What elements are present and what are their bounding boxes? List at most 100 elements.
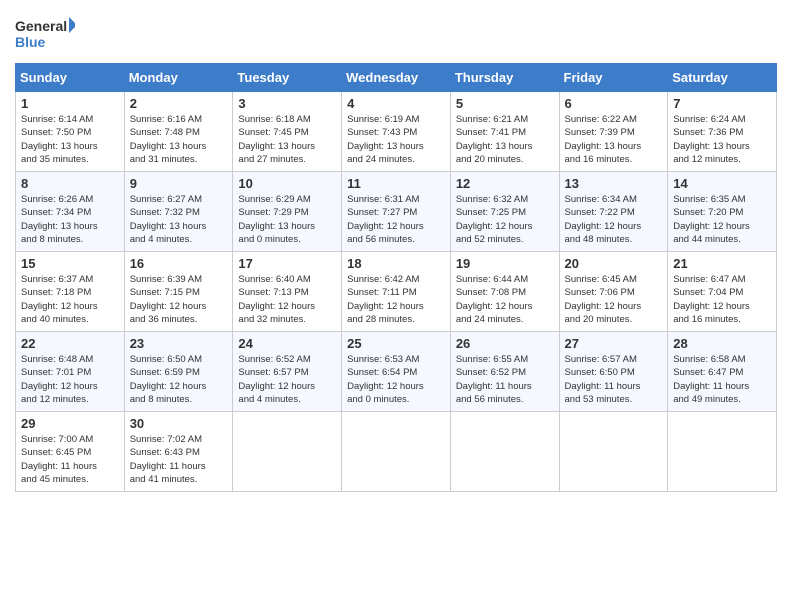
calendar-week-row: 1 Sunrise: 6:14 AM Sunset: 7:50 PM Daylig… <box>16 92 777 172</box>
calendar-cell: 28 Sunrise: 6:58 AM Sunset: 6:47 PM Dayli… <box>668 332 777 412</box>
calendar-week-row: 8 Sunrise: 6:26 AM Sunset: 7:34 PM Daylig… <box>16 172 777 252</box>
day-info: Sunrise: 6:16 AM Sunset: 7:48 PM Dayligh… <box>130 113 228 166</box>
day-info: Sunrise: 6:55 AM Sunset: 6:52 PM Dayligh… <box>456 353 554 406</box>
calendar-cell: 29 Sunrise: 7:00 AM Sunset: 6:45 PM Dayli… <box>16 412 125 492</box>
day-number: 1 <box>21 96 119 111</box>
calendar-cell: 2Sunrise: 6:16 AM Sunset: 7:48 PM Daylig… <box>124 92 233 172</box>
day-number: 14 <box>673 176 771 191</box>
day-info: Sunrise: 7:00 AM Sunset: 6:45 PM Dayligh… <box>21 433 119 486</box>
svg-text:General: General <box>15 18 67 34</box>
svg-text:Blue: Blue <box>15 34 46 50</box>
day-info: Sunrise: 6:34 AM Sunset: 7:22 PM Dayligh… <box>565 193 663 246</box>
day-number: 25 <box>347 336 445 351</box>
day-number: 13 <box>565 176 663 191</box>
day-number: 12 <box>456 176 554 191</box>
calendar-cell: 24 Sunrise: 6:52 AM Sunset: 6:57 PM Dayli… <box>233 332 342 412</box>
calendar-cell <box>342 412 451 492</box>
calendar-cell: 10 Sunrise: 6:29 AM Sunset: 7:29 PM Dayli… <box>233 172 342 252</box>
calendar-cell: 7Sunrise: 6:24 AM Sunset: 7:36 PM Daylig… <box>668 92 777 172</box>
day-info: Sunrise: 6:26 AM Sunset: 7:34 PM Dayligh… <box>21 193 119 246</box>
day-number: 27 <box>565 336 663 351</box>
day-info: Sunrise: 6:44 AM Sunset: 7:08 PM Dayligh… <box>456 273 554 326</box>
day-number: 22 <box>21 336 119 351</box>
day-info: Sunrise: 6:57 AM Sunset: 6:50 PM Dayligh… <box>565 353 663 406</box>
calendar-cell: 6 Sunrise: 6:22 AM Sunset: 7:39 PM Daylig… <box>559 92 668 172</box>
calendar-cell: 8 Sunrise: 6:26 AM Sunset: 7:34 PM Daylig… <box>16 172 125 252</box>
calendar-cell: 25 Sunrise: 6:53 AM Sunset: 6:54 PM Dayli… <box>342 332 451 412</box>
day-info: Sunrise: 6:48 AM Sunset: 7:01 PM Dayligh… <box>21 353 119 406</box>
day-info: Sunrise: 6:32 AM Sunset: 7:25 PM Dayligh… <box>456 193 554 246</box>
col-header-monday: Monday <box>124 64 233 92</box>
day-info: Sunrise: 6:24 AM Sunset: 7:36 PM Dayligh… <box>673 113 771 166</box>
day-number: 30 <box>130 416 228 431</box>
day-number: 8 <box>21 176 119 191</box>
logo: General Blue <box>15 15 75 53</box>
calendar-week-row: 15Sunrise: 6:37 AM Sunset: 7:18 PM Dayli… <box>16 252 777 332</box>
day-info: Sunrise: 6:45 AM Sunset: 7:06 PM Dayligh… <box>565 273 663 326</box>
day-number: 4 <box>347 96 445 111</box>
day-info: Sunrise: 6:22 AM Sunset: 7:39 PM Dayligh… <box>565 113 663 166</box>
calendar-cell: 21Sunrise: 6:47 AM Sunset: 7:04 PM Dayli… <box>668 252 777 332</box>
day-number: 19 <box>456 256 554 271</box>
calendar-cell: 19 Sunrise: 6:44 AM Sunset: 7:08 PM Dayli… <box>450 252 559 332</box>
calendar-header-row: SundayMondayTuesdayWednesdayThursdayFrid… <box>16 64 777 92</box>
col-header-wednesday: Wednesday <box>342 64 451 92</box>
day-info: Sunrise: 6:40 AM Sunset: 7:13 PM Dayligh… <box>238 273 336 326</box>
day-info: Sunrise: 6:27 AM Sunset: 7:32 PM Dayligh… <box>130 193 228 246</box>
calendar-cell: 17 Sunrise: 6:40 AM Sunset: 7:13 PM Dayli… <box>233 252 342 332</box>
day-info: Sunrise: 6:47 AM Sunset: 7:04 PM Dayligh… <box>673 273 771 326</box>
day-number: 16 <box>130 256 228 271</box>
day-info: Sunrise: 6:19 AM Sunset: 7:43 PM Dayligh… <box>347 113 445 166</box>
day-number: 24 <box>238 336 336 351</box>
calendar-cell: 20Sunrise: 6:45 AM Sunset: 7:06 PM Dayli… <box>559 252 668 332</box>
col-header-thursday: Thursday <box>450 64 559 92</box>
day-number: 17 <box>238 256 336 271</box>
calendar-cell: 26 Sunrise: 6:55 AM Sunset: 6:52 PM Dayli… <box>450 332 559 412</box>
calendar-week-row: 22 Sunrise: 6:48 AM Sunset: 7:01 PM Dayli… <box>16 332 777 412</box>
day-number: 28 <box>673 336 771 351</box>
day-info: Sunrise: 6:58 AM Sunset: 6:47 PM Dayligh… <box>673 353 771 406</box>
calendar-cell <box>668 412 777 492</box>
col-header-tuesday: Tuesday <box>233 64 342 92</box>
day-info: Sunrise: 6:31 AM Sunset: 7:27 PM Dayligh… <box>347 193 445 246</box>
calendar-cell <box>559 412 668 492</box>
calendar-cell: 27 Sunrise: 6:57 AM Sunset: 6:50 PM Dayli… <box>559 332 668 412</box>
day-number: 5 <box>456 96 554 111</box>
day-number: 3 <box>238 96 336 111</box>
calendar-cell: 5 Sunrise: 6:21 AM Sunset: 7:41 PM Daylig… <box>450 92 559 172</box>
calendar-cell: 22 Sunrise: 6:48 AM Sunset: 7:01 PM Dayli… <box>16 332 125 412</box>
day-number: 23 <box>130 336 228 351</box>
calendar-cell <box>450 412 559 492</box>
day-number: 6 <box>565 96 663 111</box>
day-info: Sunrise: 6:53 AM Sunset: 6:54 PM Dayligh… <box>347 353 445 406</box>
calendar-cell: 3Sunrise: 6:18 AM Sunset: 7:45 PM Daylig… <box>233 92 342 172</box>
day-number: 18 <box>347 256 445 271</box>
calendar-cell <box>233 412 342 492</box>
calendar-cell: 12 Sunrise: 6:32 AM Sunset: 7:25 PM Dayli… <box>450 172 559 252</box>
day-number: 10 <box>238 176 336 191</box>
calendar-week-row: 29 Sunrise: 7:00 AM Sunset: 6:45 PM Dayli… <box>16 412 777 492</box>
day-info: Sunrise: 6:29 AM Sunset: 7:29 PM Dayligh… <box>238 193 336 246</box>
day-info: Sunrise: 6:35 AM Sunset: 7:20 PM Dayligh… <box>673 193 771 246</box>
page-header: General Blue <box>15 15 777 53</box>
calendar-cell: 9 Sunrise: 6:27 AM Sunset: 7:32 PM Daylig… <box>124 172 233 252</box>
col-header-sunday: Sunday <box>16 64 125 92</box>
calendar-cell: 13 Sunrise: 6:34 AM Sunset: 7:22 PM Dayli… <box>559 172 668 252</box>
day-info: Sunrise: 6:52 AM Sunset: 6:57 PM Dayligh… <box>238 353 336 406</box>
day-number: 11 <box>347 176 445 191</box>
calendar-cell: 30Sunrise: 7:02 AM Sunset: 6:43 PM Dayli… <box>124 412 233 492</box>
day-number: 9 <box>130 176 228 191</box>
day-number: 26 <box>456 336 554 351</box>
calendar-cell: 16 Sunrise: 6:39 AM Sunset: 7:15 PM Dayli… <box>124 252 233 332</box>
day-info: Sunrise: 6:42 AM Sunset: 7:11 PM Dayligh… <box>347 273 445 326</box>
day-info: Sunrise: 6:21 AM Sunset: 7:41 PM Dayligh… <box>456 113 554 166</box>
col-header-saturday: Saturday <box>668 64 777 92</box>
col-header-friday: Friday <box>559 64 668 92</box>
calendar-cell: 1 Sunrise: 6:14 AM Sunset: 7:50 PM Daylig… <box>16 92 125 172</box>
calendar-cell: 11 Sunrise: 6:31 AM Sunset: 7:27 PM Dayli… <box>342 172 451 252</box>
day-number: 29 <box>21 416 119 431</box>
day-info: Sunrise: 6:14 AM Sunset: 7:50 PM Dayligh… <box>21 113 119 166</box>
day-info: Sunrise: 6:39 AM Sunset: 7:15 PM Dayligh… <box>130 273 228 326</box>
calendar-cell: 14 Sunrise: 6:35 AM Sunset: 7:20 PM Dayli… <box>668 172 777 252</box>
day-info: Sunrise: 6:37 AM Sunset: 7:18 PM Dayligh… <box>21 273 119 326</box>
